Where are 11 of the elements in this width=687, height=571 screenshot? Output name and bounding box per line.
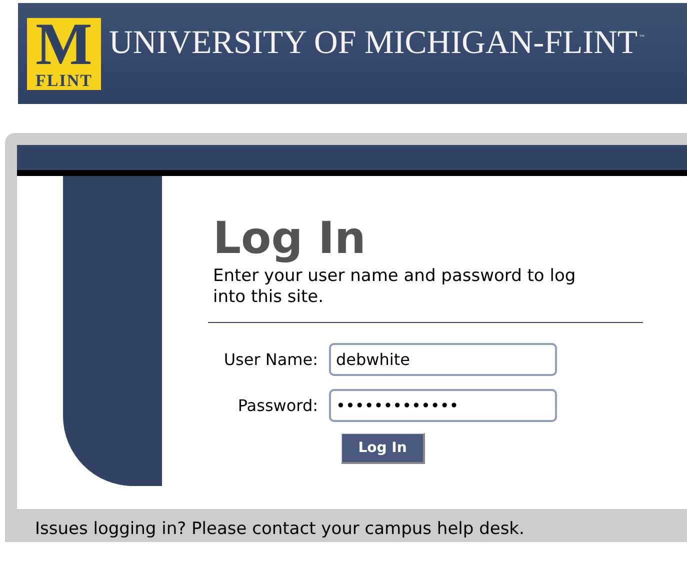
login-title: Log In: [213, 214, 367, 264]
login-instructions: Enter your user name and password to log into this site.: [213, 266, 577, 308]
field-label: User Name:: [222, 348, 319, 370]
input-field[interactable]: debwhite: [329, 343, 557, 376]
logo-letter: M: [34, 18, 94, 68]
input-field[interactable]: •••••••••••••: [329, 389, 557, 422]
field-label: Password:: [236, 394, 319, 416]
login-button[interactable]: Log In: [341, 433, 425, 464]
site-title: UNIVERSITY OF MICHIGAN-FLINT: [109, 24, 638, 60]
help-text: Issues logging in? Please contact your campus help desk.: [35, 518, 524, 540]
logo-caption: FLINT: [36, 72, 92, 88]
